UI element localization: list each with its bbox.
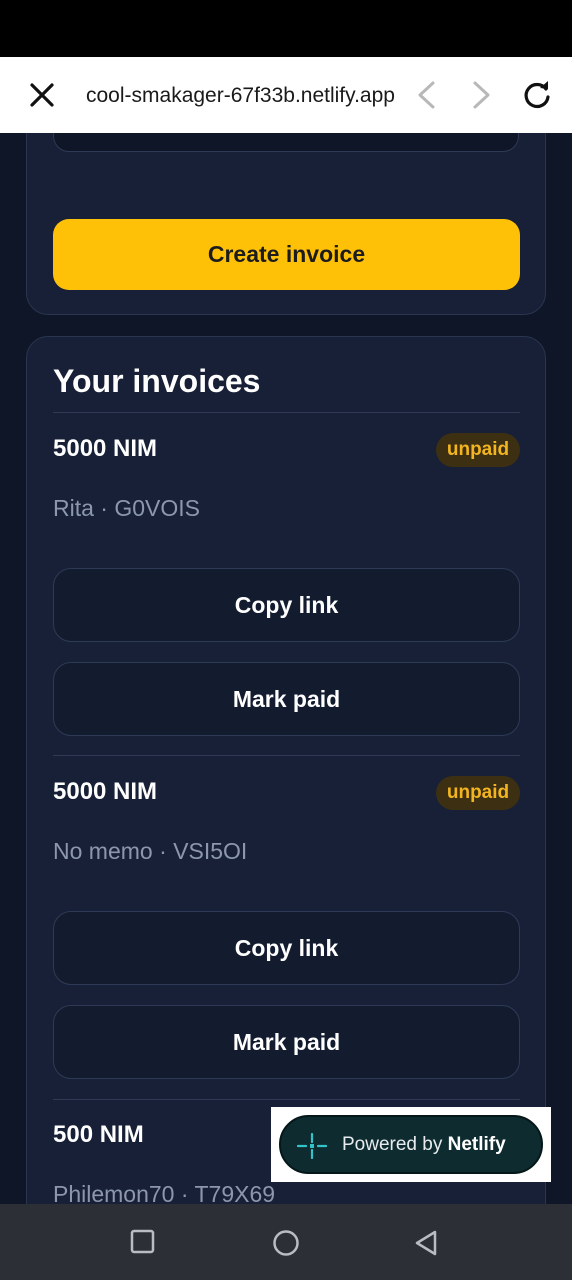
home-icon[interactable]: [271, 1228, 301, 1258]
divider: [53, 412, 520, 413]
create-invoice-button[interactable]: Create invoice: [53, 219, 520, 290]
nav-back-icon[interactable]: [412, 1228, 440, 1258]
invoices-card: Your invoices 5000 NIM unpaid Rita · G0V…: [26, 336, 546, 1204]
recent-apps-icon[interactable]: [130, 1228, 156, 1256]
netlify-badge[interactable]: Powered by Netlify: [279, 1115, 543, 1174]
browser-toolbar: cool-smakager-67f33b.netlify.app: [0, 57, 572, 133]
reload-icon[interactable]: [521, 79, 553, 111]
netlify-badge-text: Powered by Netlify: [342, 1134, 506, 1155]
invoice-memo: Philemon70 · T79X69: [53, 1181, 276, 1204]
url-text[interactable]: cool-smakager-67f33b.netlify.app: [86, 83, 418, 109]
memo-textarea[interactable]: [53, 133, 519, 152]
copy-link-button[interactable]: Copy link: [53, 568, 520, 642]
status-badge: unpaid: [436, 776, 520, 810]
page-viewport[interactable]: Create invoice Your invoices 5000 NIM un…: [0, 133, 572, 1204]
copy-link-button[interactable]: Copy link: [53, 911, 520, 985]
back-icon[interactable]: [414, 79, 438, 111]
netlify-logo-icon: [297, 1133, 327, 1159]
status-bar: [0, 0, 572, 57]
forward-icon[interactable]: [470, 79, 494, 111]
invoice-memo: Rita · G0VOIS: [53, 495, 200, 521]
invoice-amount: 5000 NIM: [53, 435, 158, 462]
close-icon[interactable]: [28, 81, 56, 109]
system-nav-bar: [0, 1204, 572, 1280]
invoice-memo: No memo · VSI5OI: [53, 838, 248, 864]
divider: [53, 1099, 520, 1100]
invoice-amount: 5000 NIM: [53, 778, 158, 805]
invoices-title: Your invoices: [53, 363, 261, 399]
divider: [53, 755, 520, 756]
netlify-badge-frame: Powered by Netlify: [271, 1107, 551, 1182]
status-badge: unpaid: [436, 433, 520, 467]
invoice-form-card: Create invoice: [26, 133, 546, 315]
mark-paid-button[interactable]: Mark paid: [53, 662, 520, 736]
invoice-amount: 500 NIM: [53, 1121, 144, 1148]
mark-paid-button[interactable]: Mark paid: [53, 1005, 520, 1079]
